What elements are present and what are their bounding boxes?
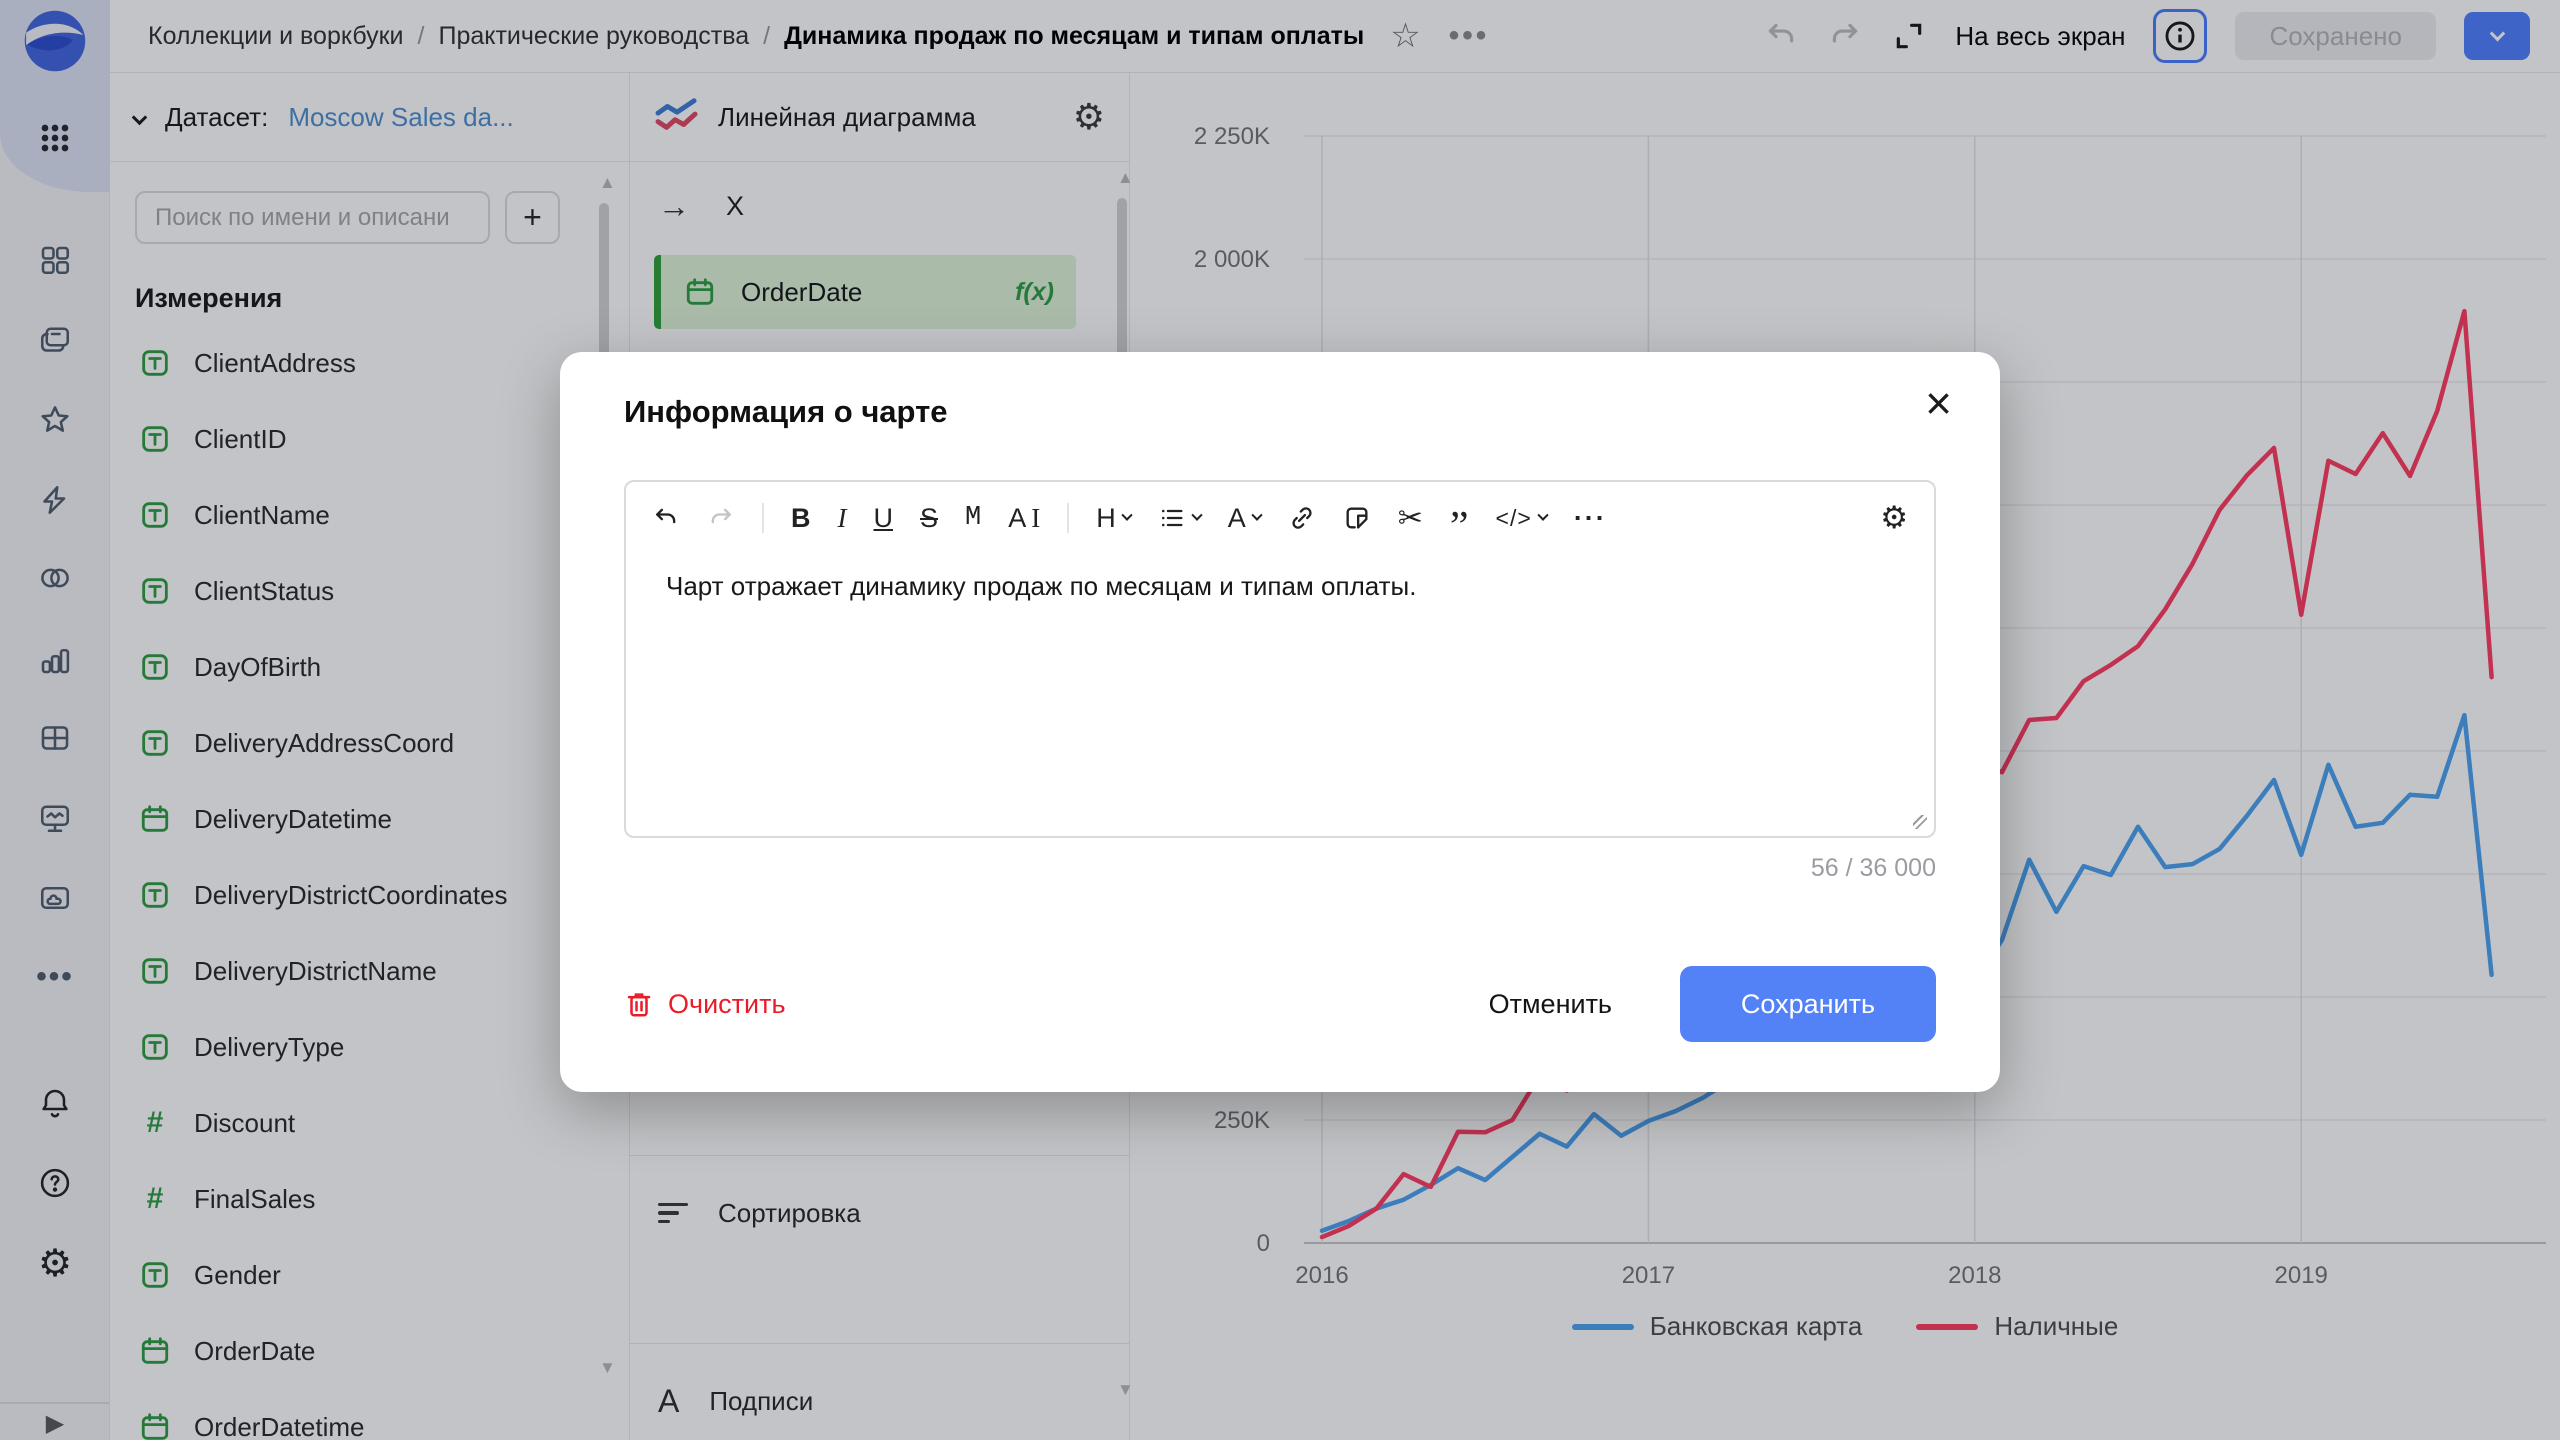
modal-title: Информация о чарте xyxy=(624,394,948,430)
undo-icon[interactable] xyxy=(652,504,680,532)
trash-icon xyxy=(624,988,654,1020)
settings-icon[interactable]: ⚙ xyxy=(1880,500,1908,536)
editor-text[interactable]: Чарт отражает динамику продаж по месяцам… xyxy=(626,542,1934,632)
strikethrough-icon[interactable]: S xyxy=(920,503,938,534)
quote-icon[interactable]: ” xyxy=(1450,510,1469,527)
clear-label: Очистить xyxy=(668,989,786,1020)
clear-button[interactable]: Очистить xyxy=(624,988,786,1020)
datalens-app: •••⚙ ▶ Коллекции и воркбуки/Практические… xyxy=(0,0,2560,1440)
char-counter: 56 / 36 000 xyxy=(1811,854,1936,883)
heading-icon[interactable]: H xyxy=(1096,503,1131,534)
code-icon[interactable]: </> xyxy=(1496,505,1547,532)
underline-icon[interactable]: U xyxy=(874,503,894,534)
font-icon[interactable]: A xyxy=(1228,503,1261,534)
note-icon[interactable] xyxy=(1343,504,1371,532)
save-button[interactable]: Сохранить xyxy=(1680,966,1936,1042)
cut-icon[interactable]: ✂ xyxy=(1398,501,1423,536)
resize-handle-icon[interactable] xyxy=(1913,815,1927,829)
toolbar-divider xyxy=(762,503,764,533)
rich-text-editor[interactable]: BIUSM AI H A ✂ ” </> ··· ⚙ Чарт отражает динамик… xyxy=(624,480,1936,838)
italic-icon[interactable]: I xyxy=(838,503,847,534)
text-cursor-icon[interactable]: AI xyxy=(1008,503,1040,534)
editor-toolbar: BIUSM AI H A ✂ ” </> ··· ⚙ xyxy=(626,482,1934,542)
cancel-button[interactable]: Отменить xyxy=(1449,966,1652,1042)
more-icon[interactable]: ··· xyxy=(1574,503,1607,534)
link-icon[interactable] xyxy=(1288,504,1316,532)
mono-icon[interactable]: M xyxy=(965,503,981,533)
redo-icon[interactable] xyxy=(707,504,735,532)
bold-icon[interactable]: B xyxy=(791,503,811,534)
close-icon[interactable]: × xyxy=(1925,380,1952,426)
list-icon[interactable] xyxy=(1158,504,1201,532)
chart-info-modal: Информация о чарте × BIUSM AI H A ✂ ” </> ··· ⚙ … xyxy=(560,352,2000,1092)
toolbar-divider xyxy=(1067,503,1069,533)
